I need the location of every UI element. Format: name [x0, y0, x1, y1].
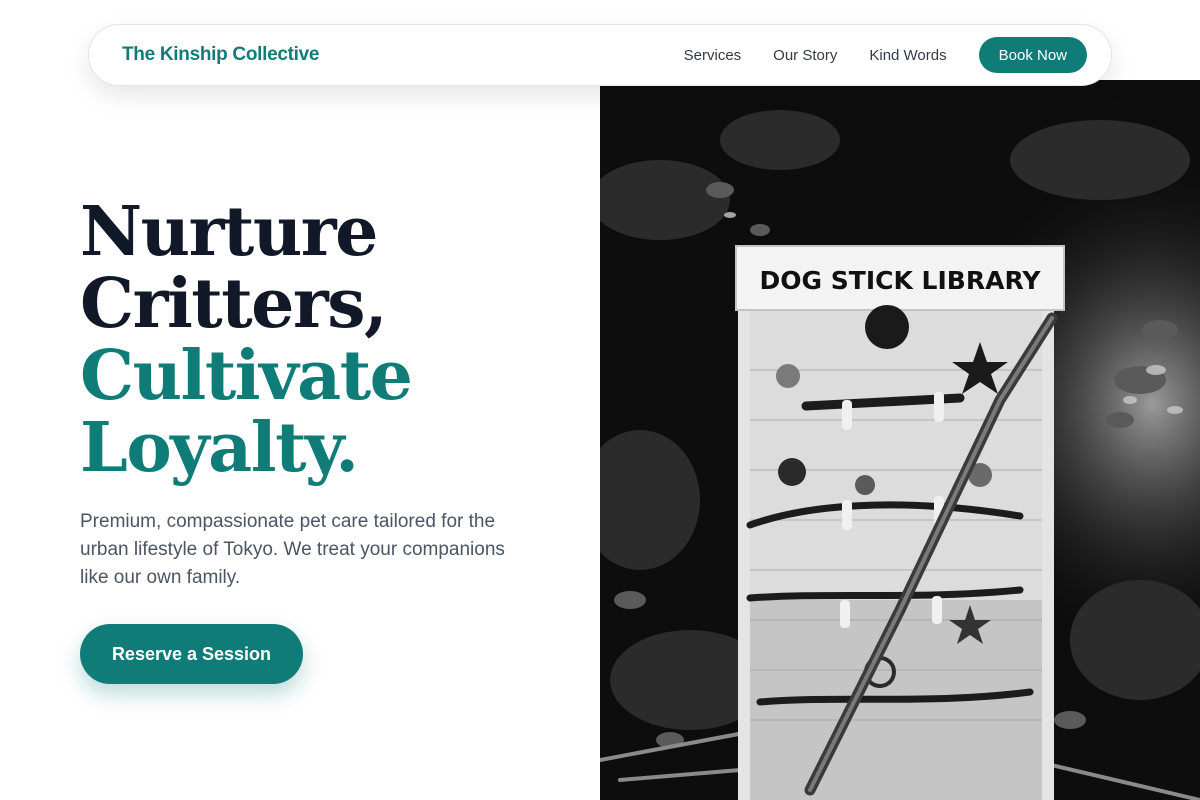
nav-link-kind-words[interactable]: Kind Words [869, 47, 946, 64]
hero-title-line-2: Critters, [80, 264, 388, 344]
hero-title-line-3: Cultivate [80, 336, 413, 416]
hero-photo: DOG STICK LIBRARY [600, 80, 1200, 800]
hero-subtitle: Premium, compassionate pet care tailored… [80, 511, 505, 588]
reserve-session-button[interactable]: Reserve a Session [80, 624, 303, 684]
nav-link-our-story[interactable]: Our Story [773, 47, 837, 64]
dog-stick-library-image: DOG STICK LIBRARY [600, 80, 1200, 800]
hero-title-line-1: Nurture [80, 192, 378, 272]
brand-logo[interactable]: The Kinship Collective [122, 44, 319, 66]
sign-text: DOG STICK LIBRARY [760, 266, 1042, 295]
hero-title: Nurture Critters, Cultivate Loyalty. [80, 196, 580, 484]
nav-link-services[interactable]: Services [684, 47, 742, 64]
book-now-button[interactable]: Book Now [978, 37, 1087, 73]
nav-links: Services Our Story Kind Words Book Now [684, 37, 1087, 73]
hero-title-line-4: Loyalty. [80, 408, 359, 488]
top-navbar: The Kinship Collective Services Our Stor… [88, 24, 1112, 86]
